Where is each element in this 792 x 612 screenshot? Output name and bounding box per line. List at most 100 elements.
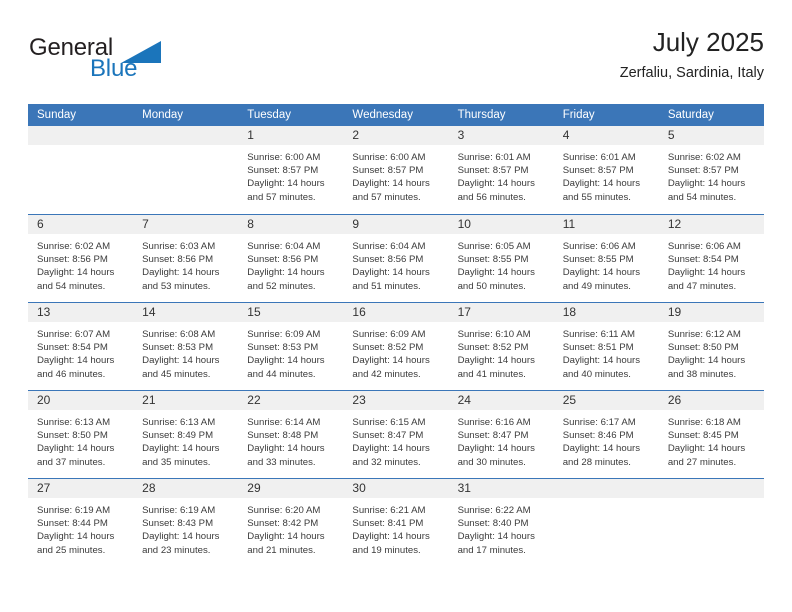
day-details: Sunrise: 6:19 AM Sunset: 8:43 PM Dayligh… <box>133 498 238 557</box>
day-cell[interactable]: 19 Sunrise: 6:12 AM Sunset: 8:50 PM Dayl… <box>658 303 764 390</box>
sunset-text: Sunset: 8:57 PM <box>247 165 319 177</box>
day-number: 17 <box>448 303 554 322</box>
day-cell[interactable]: 28 Sunrise: 6:19 AM Sunset: 8:43 PM Dayl… <box>133 479 239 566</box>
daylight-text-line1: Daylight: 14 hours <box>562 443 641 455</box>
day-details: Sunrise: 6:19 AM Sunset: 8:44 PM Dayligh… <box>28 498 133 557</box>
daylight-text-line1: Daylight: 14 hours <box>667 355 746 367</box>
daylight-text-line1: Daylight: 14 hours <box>142 355 220 367</box>
day-details: Sunrise: 6:11 AM Sunset: 8:51 PM Dayligh… <box>554 322 659 381</box>
sunrise-text: Sunrise: 6:19 AM <box>37 505 111 516</box>
daylight-text-line2: and 44 minutes. <box>247 368 316 380</box>
day-cell[interactable]: 21 Sunrise: 6:13 AM Sunset: 8:49 PM Dayl… <box>133 391 239 478</box>
day-number: 31 <box>448 479 554 498</box>
week-row: 6 Sunrise: 6:02 AM Sunset: 8:56 PM Dayli… <box>28 214 764 302</box>
sunset-text: Sunset: 8:56 PM <box>247 254 319 266</box>
sunrise-text: Sunrise: 6:14 AM <box>247 417 321 428</box>
day-cell[interactable]: 18 Sunrise: 6:11 AM Sunset: 8:51 PM Dayl… <box>553 303 659 390</box>
sunset-text: Sunset: 8:55 PM <box>457 254 529 266</box>
day-cell[interactable]: 31 Sunrise: 6:22 AM Sunset: 8:40 PM Dayl… <box>448 479 554 566</box>
day-number: 25 <box>553 391 659 410</box>
daylight-text-line2: and 53 minutes. <box>142 280 211 292</box>
day-cell[interactable]: 3 Sunrise: 6:01 AM Sunset: 8:57 PM Dayli… <box>448 126 554 214</box>
daylight-text-line2: and 25 minutes. <box>37 544 106 556</box>
sunrise-text: Sunrise: 6:05 AM <box>457 241 531 252</box>
daylight-text-line1: Daylight: 14 hours <box>247 355 325 367</box>
sunset-text: Sunset: 8:50 PM <box>37 430 108 442</box>
page-subtitle: Zerfaliu, Sardinia, Italy <box>619 65 764 81</box>
day-number: 7 <box>133 215 239 234</box>
day-cell[interactable]: 7 Sunrise: 6:03 AM Sunset: 8:56 PM Dayli… <box>133 215 239 302</box>
day-cell[interactable] <box>658 479 764 566</box>
daylight-text-line1: Daylight: 14 hours <box>457 267 535 279</box>
day-cell[interactable]: 26 Sunrise: 6:18 AM Sunset: 8:45 PM Dayl… <box>658 391 764 478</box>
daylight-text-line1: Daylight: 14 hours <box>247 443 325 455</box>
daylight-text-line1: Daylight: 14 hours <box>667 178 746 190</box>
weekday-header-thursday: Thursday <box>457 109 506 121</box>
sunrise-text: Sunrise: 6:17 AM <box>562 417 636 428</box>
day-cell[interactable]: 20 Sunrise: 6:13 AM Sunset: 8:50 PM Dayl… <box>28 391 134 478</box>
daylight-text-line1: Daylight: 14 hours <box>247 267 325 279</box>
daylight-text-line1: Daylight: 14 hours <box>37 267 115 279</box>
day-cell[interactable]: 1 Sunrise: 6:00 AM Sunset: 8:57 PM Dayli… <box>238 126 344 214</box>
day-cell[interactable]: 27 Sunrise: 6:19 AM Sunset: 8:44 PM Dayl… <box>28 479 134 566</box>
daylight-text-line1: Daylight: 14 hours <box>352 443 430 455</box>
day-number <box>133 126 239 145</box>
day-cell[interactable]: 2 Sunrise: 6:00 AM Sunset: 8:57 PM Dayli… <box>343 126 449 214</box>
sunset-text: Sunset: 8:57 PM <box>562 165 634 177</box>
day-details: Sunrise: 6:01 AM Sunset: 8:57 PM Dayligh… <box>554 145 659 204</box>
day-cell[interactable]: 15 Sunrise: 6:09 AM Sunset: 8:53 PM Dayl… <box>238 303 344 390</box>
day-number: 24 <box>448 391 554 410</box>
day-cell[interactable] <box>28 126 134 214</box>
day-cell[interactable]: 5 Sunrise: 6:02 AM Sunset: 8:57 PM Dayli… <box>658 126 764 214</box>
sunset-text: Sunset: 8:41 PM <box>352 518 424 530</box>
daylight-text-line1: Daylight: 14 hours <box>562 267 641 279</box>
day-details: Sunrise: 6:16 AM Sunset: 8:47 PM Dayligh… <box>449 410 554 469</box>
day-cell[interactable]: 6 Sunrise: 6:02 AM Sunset: 8:56 PM Dayli… <box>28 215 134 302</box>
day-cell[interactable]: 14 Sunrise: 6:08 AM Sunset: 8:53 PM Dayl… <box>133 303 239 390</box>
daylight-text-line1: Daylight: 14 hours <box>142 531 220 543</box>
day-cell[interactable]: 29 Sunrise: 6:20 AM Sunset: 8:42 PM Dayl… <box>238 479 344 566</box>
day-cell[interactable]: 9 Sunrise: 6:04 AM Sunset: 8:56 PM Dayli… <box>343 215 449 302</box>
sunrise-text: Sunrise: 6:09 AM <box>352 329 426 340</box>
day-cell[interactable]: 22 Sunrise: 6:14 AM Sunset: 8:48 PM Dayl… <box>238 391 344 478</box>
day-number: 2 <box>343 126 449 145</box>
day-cell[interactable]: 10 Sunrise: 6:05 AM Sunset: 8:55 PM Dayl… <box>448 215 554 302</box>
daylight-text-line1: Daylight: 14 hours <box>37 531 115 543</box>
day-cell[interactable]: 8 Sunrise: 6:04 AM Sunset: 8:56 PM Dayli… <box>238 215 344 302</box>
day-cell[interactable]: 30 Sunrise: 6:21 AM Sunset: 8:41 PM Dayl… <box>343 479 449 566</box>
day-details: Sunrise: 6:10 AM Sunset: 8:52 PM Dayligh… <box>449 322 554 381</box>
page-title: July 2025 <box>652 27 764 57</box>
sunset-text: Sunset: 8:50 PM <box>667 342 739 354</box>
daylight-text-line2: and 56 minutes. <box>457 191 526 203</box>
day-details: Sunrise: 6:18 AM Sunset: 8:45 PM Dayligh… <box>659 410 764 469</box>
daylight-text-line2: and 21 minutes. <box>247 544 316 556</box>
weekday-header-row: Sunday Monday Tuesday Wednesday Thursday… <box>28 104 764 126</box>
sunrise-text: Sunrise: 6:06 AM <box>667 241 741 252</box>
day-details: Sunrise: 6:04 AM Sunset: 8:56 PM Dayligh… <box>343 234 448 293</box>
sunrise-text: Sunrise: 6:18 AM <box>667 417 741 428</box>
day-cell[interactable] <box>133 126 239 214</box>
day-cell[interactable]: 23 Sunrise: 6:15 AM Sunset: 8:47 PM Dayl… <box>343 391 449 478</box>
day-cell[interactable]: 4 Sunrise: 6:01 AM Sunset: 8:57 PM Dayli… <box>553 126 659 214</box>
day-cell[interactable]: 24 Sunrise: 6:16 AM Sunset: 8:47 PM Dayl… <box>448 391 554 478</box>
sunrise-text: Sunrise: 6:04 AM <box>352 241 426 252</box>
day-number: 5 <box>658 126 764 145</box>
sunrise-text: Sunrise: 6:19 AM <box>142 505 216 516</box>
daylight-text-line2: and 51 minutes. <box>352 280 421 292</box>
day-cell[interactable]: 17 Sunrise: 6:10 AM Sunset: 8:52 PM Dayl… <box>448 303 554 390</box>
day-number: 6 <box>28 215 134 234</box>
page-header: General Blue July 2025 Zerfaliu, Sardini… <box>28 26 764 94</box>
daylight-text-line2: and 27 minutes. <box>667 456 737 468</box>
daylight-text-line2: and 30 minutes. <box>457 456 526 468</box>
daylight-text-line1: Daylight: 14 hours <box>247 531 325 543</box>
day-details: Sunrise: 6:14 AM Sunset: 8:48 PM Dayligh… <box>238 410 343 469</box>
day-cell[interactable]: 16 Sunrise: 6:09 AM Sunset: 8:52 PM Dayl… <box>343 303 449 390</box>
day-number <box>553 479 659 498</box>
day-details: Sunrise: 6:06 AM Sunset: 8:55 PM Dayligh… <box>554 234 659 293</box>
day-cell[interactable]: 13 Sunrise: 6:07 AM Sunset: 8:54 PM Dayl… <box>28 303 134 390</box>
day-cell[interactable]: 12 Sunrise: 6:06 AM Sunset: 8:54 PM Dayl… <box>658 215 764 302</box>
day-cell[interactable] <box>553 479 659 566</box>
sunset-text: Sunset: 8:52 PM <box>457 342 529 354</box>
day-cell[interactable]: 25 Sunrise: 6:17 AM Sunset: 8:46 PM Dayl… <box>553 391 659 478</box>
day-cell[interactable]: 11 Sunrise: 6:06 AM Sunset: 8:55 PM Dayl… <box>553 215 659 302</box>
